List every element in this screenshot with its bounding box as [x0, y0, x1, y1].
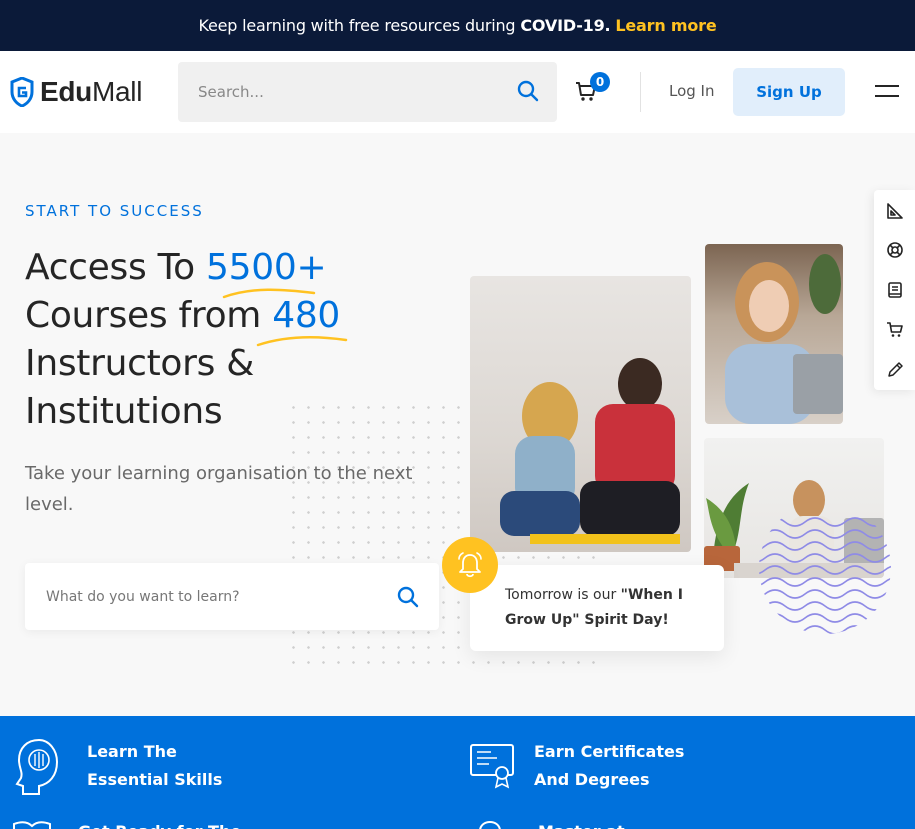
learn-search-input[interactable]	[46, 563, 376, 630]
features-band: Learn The Essential Skills Earn Certific…	[0, 716, 915, 829]
learn-search	[25, 563, 439, 630]
ruler-triangle-icon[interactable]	[886, 202, 904, 220]
feature-essential-skills: Learn The Essential Skills	[87, 742, 223, 789]
hero-subtext: Take your learning organisation to the n…	[25, 463, 413, 515]
target-icon	[479, 821, 501, 829]
head-circuit-icon	[15, 738, 59, 795]
support-lifebuoy-icon[interactable]	[886, 241, 904, 259]
announcement-highlight: COVID-19.	[520, 16, 611, 35]
announcement-text: Keep learning with free resources during	[198, 16, 516, 35]
site-header: EduMall 0 Log In Sign Up	[0, 51, 915, 133]
shield-logo-icon	[10, 77, 34, 107]
cart-count-badge: 0	[590, 72, 610, 92]
book-icon[interactable]	[886, 281, 904, 299]
logo-text: EduMall	[40, 76, 143, 107]
wave-decoration	[759, 517, 891, 634]
header-search	[178, 62, 557, 122]
book-icon	[13, 821, 51, 829]
students-discussion-photo	[470, 276, 691, 552]
search-input[interactable]	[198, 62, 498, 122]
search-icon[interactable]	[517, 80, 539, 102]
login-button[interactable]: Log In	[669, 82, 715, 100]
logo[interactable]: EduMall	[10, 76, 142, 108]
signup-button[interactable]: Sign Up	[733, 68, 845, 116]
bell-icon	[442, 537, 498, 593]
search-icon[interactable]	[397, 586, 419, 608]
feature-master-at: Master at	[538, 818, 625, 829]
learn-more-link[interactable]: Learn more	[615, 16, 716, 35]
feature-certificates: Earn Certificates And Degrees	[534, 742, 685, 789]
announcement-card: Tomorrow is our "When I Grow Up" Spirit …	[470, 565, 724, 651]
header-divider	[640, 72, 641, 112]
hero-eyebrow: START TO SUCCESS	[25, 202, 204, 220]
courses-count: 5500+	[206, 247, 327, 288]
eyedropper-icon[interactable]	[886, 361, 904, 379]
menu-icon[interactable]	[875, 85, 899, 99]
side-toolbar	[874, 190, 915, 390]
feature-get-ready: Get Ready for The	[78, 818, 241, 829]
announcement-bar: Keep learning with free resources during…	[0, 0, 915, 51]
underline-swoosh	[222, 288, 348, 347]
cart-icon[interactable]	[886, 321, 904, 339]
woman-laptop-photo	[705, 244, 843, 424]
certificate-icon	[470, 744, 514, 789]
